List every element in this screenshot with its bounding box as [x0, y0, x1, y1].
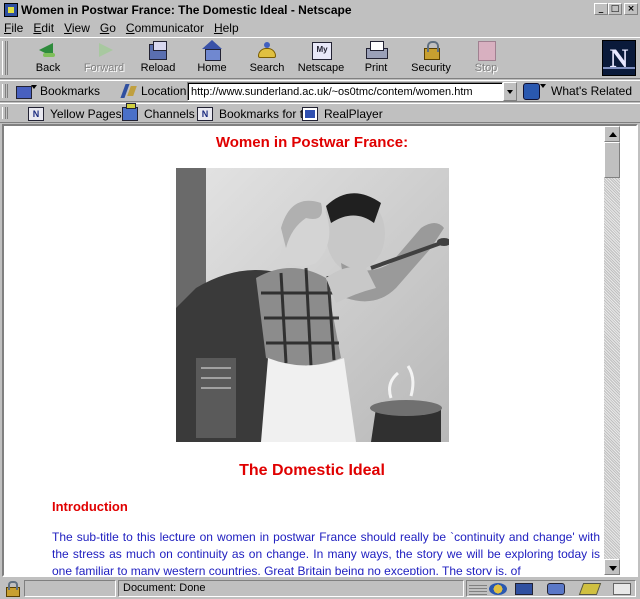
whats-related-icon	[523, 83, 547, 100]
page-content[interactable]: Women in Postwar France: The Domestic Id…	[4, 126, 620, 575]
menu-view[interactable]: View	[64, 21, 90, 35]
bookmarks-icon	[16, 84, 37, 99]
netscape-n-icon: N	[609, 44, 629, 73]
netscape-window-icon[interactable]	[4, 2, 18, 17]
toolbar-grip[interactable]	[2, 84, 8, 98]
scroll-down-button[interactable]	[604, 559, 620, 575]
my-netscape-icon	[310, 40, 332, 60]
security-lock-icon[interactable]	[4, 581, 20, 597]
domestic-couple-photo	[176, 168, 449, 442]
reload-icon	[147, 40, 169, 60]
menu-help[interactable]: Help	[214, 21, 239, 35]
forward-arrow-icon	[93, 40, 115, 60]
bookmarks-button[interactable]: Bookmarks	[16, 83, 100, 99]
mail-icon[interactable]	[515, 583, 533, 595]
window-controls: _ □ ×	[594, 3, 638, 15]
window-title: Women in Postwar France: The Domestic Id…	[21, 2, 352, 17]
back-button[interactable]: Back	[21, 40, 75, 78]
status-bar: Document: Done	[0, 578, 640, 599]
location-toolbar: Bookmarks Location: What's Related	[0, 80, 640, 102]
scroll-up-button[interactable]	[604, 126, 620, 142]
composer-icon[interactable]	[578, 583, 602, 595]
status-text: Document: Done	[123, 582, 206, 594]
netscape-page-icon	[28, 107, 44, 121]
channels-link[interactable]: Channels	[122, 103, 195, 122]
location-label: Location:	[121, 83, 190, 99]
security-button[interactable]: Security	[404, 40, 458, 78]
search-icon	[256, 40, 278, 60]
print-button[interactable]: Print	[349, 40, 403, 78]
stop-icon	[475, 40, 497, 61]
navigator-icon[interactable]	[489, 583, 507, 595]
menu-communicator[interactable]: Communicator	[126, 21, 204, 35]
bookmarks-for-link[interactable]: Bookmarks for t	[197, 106, 303, 122]
location-input[interactable]	[187, 82, 503, 101]
forward-button[interactable]: Forward	[77, 40, 131, 78]
status-progress-pane	[24, 580, 116, 597]
close-button[interactable]: ×	[624, 3, 638, 15]
maximize-button[interactable]: □	[608, 3, 622, 15]
page-subheading: The Domestic Ideal	[239, 462, 385, 479]
personal-toolbar: Yellow Pages Channels Bookmarks for t Re…	[0, 103, 640, 123]
section-title-introduction: Introduction	[52, 499, 128, 514]
content-frame: Women in Postwar France: The Domestic Id…	[2, 124, 638, 577]
netscape-logo[interactable]: N	[602, 40, 636, 76]
menu-go[interactable]: Go	[100, 21, 116, 35]
home-icon	[201, 40, 223, 61]
menu-edit[interactable]: Edit	[33, 21, 54, 35]
search-button[interactable]: Search	[240, 40, 294, 78]
navigation-toolbar: Back Forward Reload Home Search Netscape…	[0, 37, 640, 79]
netscape-page-icon	[197, 107, 213, 121]
status-text-pane: Document: Done	[118, 580, 464, 597]
menu-file[interactable]: File	[4, 21, 23, 35]
netscape-button[interactable]: Netscape	[294, 40, 348, 78]
location-dropdown-button[interactable]	[503, 82, 517, 101]
home-button[interactable]: Home	[185, 40, 239, 78]
page-heading: Women in Postwar France:	[215, 134, 409, 151]
stop-button[interactable]: Stop	[459, 40, 513, 78]
channels-icon	[122, 103, 138, 121]
toolbar-grip[interactable]	[2, 41, 8, 75]
vertical-scrollbar[interactable]	[604, 126, 620, 575]
title-bar[interactable]: Women in Postwar France: The Domestic Id…	[0, 0, 640, 19]
padlock-icon	[420, 40, 442, 60]
discussion-groups-icon[interactable]	[547, 583, 565, 595]
realplayer-icon	[302, 107, 318, 121]
yellow-pages-link[interactable]: Yellow Pages	[28, 106, 122, 122]
printer-icon	[365, 40, 388, 60]
toolbar-grip[interactable]	[2, 107, 8, 119]
menu-bar: File Edit View Go Communicator Help	[0, 19, 640, 36]
reload-button[interactable]: Reload	[131, 40, 185, 78]
page-proxy-icon[interactable]	[121, 84, 137, 98]
whats-related-button[interactable]: What's Related	[523, 83, 632, 100]
realplayer-link[interactable]: RealPlayer	[302, 106, 383, 122]
back-arrow-icon	[37, 40, 59, 60]
scroll-thumb[interactable]	[604, 142, 620, 178]
offline-icon[interactable]	[613, 583, 631, 595]
intro-paragraph: The sub-title to this lecture on women i…	[52, 530, 600, 575]
component-bar-grip-icon[interactable]	[469, 583, 487, 595]
minimize-button[interactable]: _	[594, 3, 608, 15]
component-bar	[466, 580, 636, 597]
